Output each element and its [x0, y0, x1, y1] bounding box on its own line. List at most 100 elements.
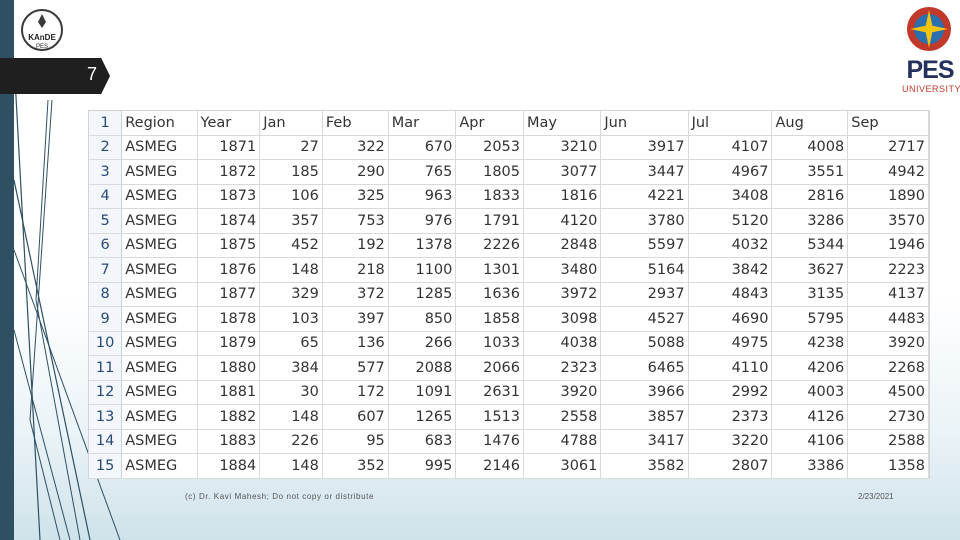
- table-row: 4 ASMEG 1873 106 325 963 1833 1816 4221 3408 2816 1…: [89, 184, 929, 209]
- row-number: 10: [89, 331, 123, 356]
- value-cell: 1513: [455, 404, 524, 430]
- value-cell: 2146: [455, 453, 524, 479]
- table-row: 8 ASMEG 1877 329 372 1285 1636 3972 2937 4843 3135…: [89, 282, 929, 307]
- value-cell: 1946: [847, 233, 929, 258]
- value-cell: 2937: [600, 282, 689, 307]
- row-number: 13: [89, 404, 123, 430]
- value-cell: 4032: [688, 233, 773, 258]
- slide-number: 7: [86, 64, 97, 84]
- value-cell: 2053: [455, 135, 524, 160]
- value-cell: 372: [322, 282, 389, 307]
- region-cell: ASMEG: [121, 184, 198, 209]
- value-cell: 4975: [688, 331, 773, 356]
- value-cell: 1033: [455, 331, 524, 356]
- value-cell: 4107: [688, 135, 773, 160]
- value-cell: 1871: [197, 135, 261, 160]
- row-number: 12: [89, 380, 123, 405]
- region-cell: ASMEG: [121, 233, 198, 258]
- table-row: 6 ASMEG 1875 452 192 1378 2226 2848 5597 4032 5344…: [89, 233, 929, 258]
- value-cell: 3286: [771, 208, 849, 234]
- row-number: 5: [89, 208, 123, 234]
- value-cell: 765: [388, 159, 457, 185]
- value-cell: 30: [259, 380, 323, 405]
- value-cell: 1878: [197, 306, 261, 332]
- value-cell: 5795: [771, 306, 849, 332]
- region-cell: ASMEG: [121, 453, 198, 479]
- value-cell: 136: [322, 331, 389, 356]
- value-cell: 4238: [771, 331, 849, 356]
- pes-logo-subtitle: UNIVERSITY: [902, 84, 960, 94]
- row-number: 6: [89, 233, 123, 258]
- value-cell: 1285: [388, 282, 457, 307]
- table-row: 13 ASMEG 1882 148 607 1265 1513 2558 3857 2373 412…: [89, 404, 929, 430]
- value-cell: 1833: [455, 184, 524, 209]
- value-cell: 963: [388, 184, 457, 209]
- value-cell: 753: [322, 208, 389, 234]
- value-cell: 577: [322, 355, 389, 381]
- value-cell: 1476: [455, 429, 524, 454]
- value-cell: 4527: [600, 306, 689, 332]
- value-cell: 5120: [688, 208, 773, 234]
- value-cell: 329: [259, 282, 323, 307]
- value-cell: 3386: [771, 453, 849, 479]
- region-cell: ASMEG: [121, 355, 198, 381]
- value-cell: 683: [388, 429, 457, 454]
- value-cell: 5344: [771, 233, 849, 258]
- region-cell: ASMEG: [121, 135, 198, 160]
- value-cell: 3842: [688, 257, 773, 283]
- value-cell: 1882: [197, 404, 261, 430]
- value-cell: 192: [322, 233, 389, 258]
- value-cell: 185: [259, 159, 323, 185]
- value-cell: 4008: [771, 135, 849, 160]
- value-cell: 3098: [523, 306, 602, 332]
- value-cell: 3570: [847, 208, 929, 234]
- column-header: Year: [197, 111, 261, 136]
- value-cell: 1265: [388, 404, 457, 430]
- value-cell: 3447: [600, 159, 689, 185]
- value-cell: 148: [259, 257, 323, 283]
- table-row: 15 ASMEG 1884 148 352 995 2146 3061 3582 2807 3386…: [89, 453, 929, 479]
- value-cell: 5597: [600, 233, 689, 258]
- value-cell: 1091: [388, 380, 457, 405]
- region-cell: ASMEG: [121, 282, 198, 307]
- value-cell: 4788: [523, 429, 602, 454]
- row-number: 4: [89, 184, 123, 209]
- value-cell: 2558: [523, 404, 602, 430]
- row-number: 14: [89, 429, 123, 454]
- column-header: Sep: [847, 111, 929, 136]
- value-cell: 103: [259, 306, 323, 332]
- value-cell: 2223: [847, 257, 929, 283]
- value-cell: 995: [388, 453, 457, 479]
- value-cell: 397: [322, 306, 389, 332]
- table-row: 5 ASMEG 1874 357 753 976 1791 4120 3780 5120 3286 3…: [89, 208, 929, 234]
- value-cell: 1875: [197, 233, 261, 258]
- value-cell: 3972: [523, 282, 602, 307]
- value-cell: 1100: [388, 257, 457, 283]
- value-cell: 2373: [688, 404, 773, 430]
- kande-logo-subtext: PES: [36, 44, 48, 50]
- kande-logo-text: KAnDE: [28, 33, 56, 42]
- value-cell: 322: [322, 135, 389, 160]
- column-header: Aug: [771, 111, 849, 136]
- value-cell: 3627: [771, 257, 849, 283]
- value-cell: 2588: [847, 429, 929, 454]
- value-cell: 2631: [455, 380, 524, 405]
- value-cell: 2088: [388, 355, 457, 381]
- value-cell: 5164: [600, 257, 689, 283]
- kande-logo: KAnDE PES: [20, 6, 64, 54]
- value-cell: 352: [322, 453, 389, 479]
- value-cell: 384: [259, 355, 323, 381]
- value-cell: 3077: [523, 159, 602, 185]
- value-cell: 1879: [197, 331, 261, 356]
- value-cell: 4106: [771, 429, 849, 454]
- value-cell: 1876: [197, 257, 261, 283]
- value-cell: 2268: [847, 355, 929, 381]
- footer-date: 2/23/2021: [858, 492, 894, 501]
- row-number: 9: [89, 306, 123, 332]
- value-cell: 3917: [600, 135, 689, 160]
- value-cell: 3417: [600, 429, 689, 454]
- region-cell: ASMEG: [121, 380, 198, 405]
- value-cell: 3920: [523, 380, 602, 405]
- value-cell: 6465: [600, 355, 689, 381]
- region-cell: ASMEG: [121, 429, 198, 454]
